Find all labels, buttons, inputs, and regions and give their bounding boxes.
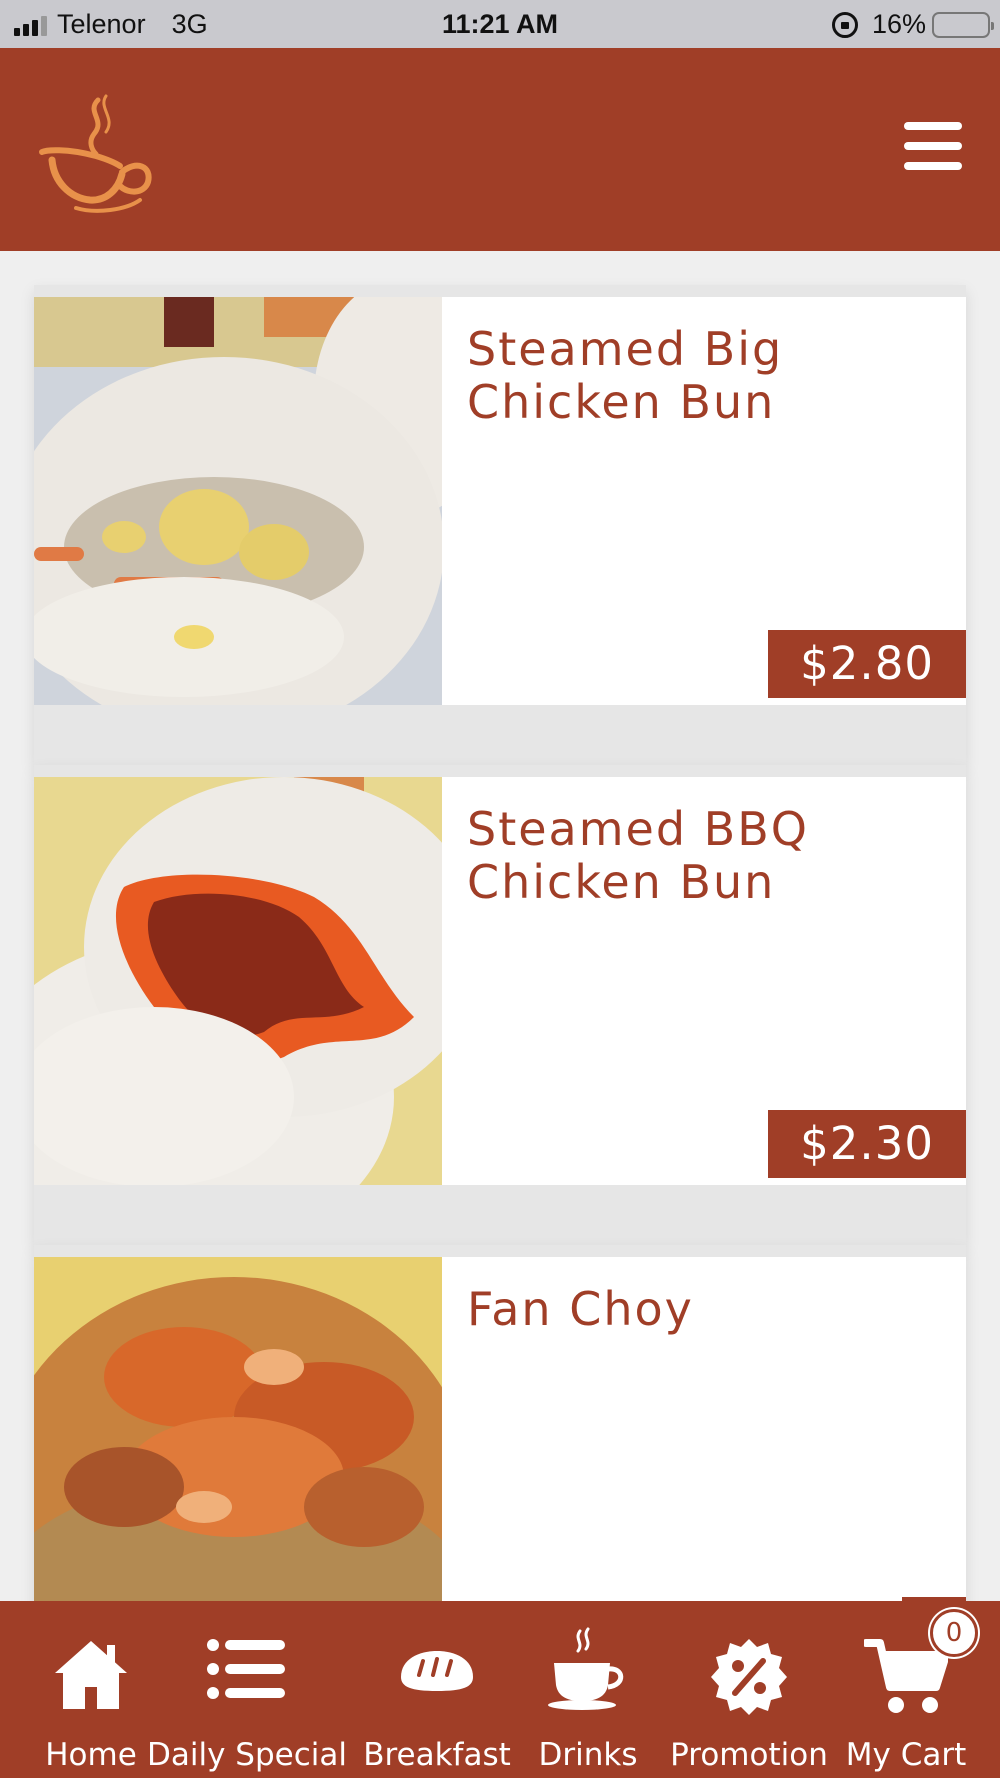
product-card[interactable]: Steamed BBQ Chicken Bun $2.30 — [34, 777, 966, 1185]
battery-icon — [932, 11, 994, 38]
battery-percent: 16% — [871, 9, 926, 39]
nav-daily-special[interactable]: Daily Special — [147, 1601, 347, 1778]
cart-count-badge: 0 — [930, 1609, 978, 1657]
steamed-chicken-bun-photo — [34, 297, 442, 705]
product-name: Steamed Big Chicken Bun — [467, 322, 784, 429]
nav-drinks[interactable]: Drinks — [536, 1601, 640, 1778]
product-price[interactable]: $2.30 — [768, 1110, 966, 1178]
nav-my-cart-label: My Cart — [845, 1737, 967, 1773]
status-right: 16% — [831, 9, 994, 40]
product-list: Steamed Big Chicken Bun $2.80 Steamed BB… — [0, 251, 1000, 1601]
orientation-lock-icon — [831, 11, 858, 38]
app-header — [0, 48, 1000, 251]
nav-promotion-label: Promotion — [670, 1737, 828, 1773]
nav-promotion[interactable]: Promotion — [664, 1601, 834, 1778]
percent-badge-icon — [709, 1637, 789, 1721]
hamburger-menu-icon[interactable] — [904, 122, 962, 170]
nav-breakfast-label: Breakfast — [363, 1737, 511, 1773]
product-name: Steamed BBQ Chicken Bun — [467, 802, 809, 909]
product-card[interactable]: Steamed Big Chicken Bun $2.80 — [34, 297, 966, 705]
status-bar: Telenor 3G 11:21 AM 16% — [0, 0, 1000, 48]
bbq-chicken-bun-photo — [34, 777, 442, 1185]
product-card[interactable]: Fan Choy — [34, 1257, 966, 1601]
product-name: Fan Choy — [467, 1282, 694, 1336]
nav-daily-special-label: Daily Special — [147, 1737, 347, 1773]
coffee-cup-icon — [548, 1627, 628, 1715]
home-icon — [51, 1637, 131, 1715]
list-icon — [207, 1637, 287, 1705]
nav-drinks-label: Drinks — [538, 1737, 638, 1773]
product-price[interactable]: $2.80 — [768, 630, 966, 698]
bottom-nav: Home Daily Special Breakfast Drinks Prom… — [0, 1601, 1000, 1778]
bread-icon — [397, 1637, 477, 1705]
fan-choy-photo — [34, 1257, 442, 1601]
nav-breakfast[interactable]: Breakfast — [363, 1601, 511, 1778]
coffee-cup-logo-icon[interactable] — [36, 90, 166, 220]
nav-home[interactable]: Home — [44, 1601, 138, 1778]
